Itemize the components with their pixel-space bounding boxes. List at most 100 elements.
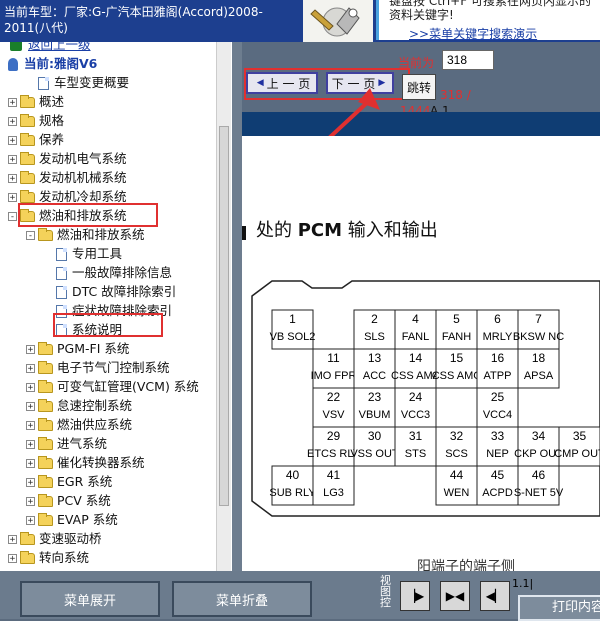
expand-icon[interactable]: +: [26, 496, 35, 506]
view-split-button[interactable]: ▶◀: [440, 581, 470, 611]
folder-icon: [38, 455, 53, 469]
connector-pin-number: 29: [327, 429, 341, 443]
tree-item[interactable]: + 发动机机械系统: [8, 169, 127, 187]
tree-item[interactable]: - 燃油和排放系统: [26, 226, 145, 244]
connector-pin-number: 18: [532, 351, 546, 365]
logo-image: [303, 0, 373, 42]
tree-item[interactable]: 车型变更概要: [38, 74, 129, 92]
header-bar: 当前车型：厂家:G-广汽本田雅阁(Accord)2008-2011(八代) 键盘…: [0, 0, 600, 42]
connector-pin-number: 44: [450, 468, 464, 482]
tree-item[interactable]: + 可变气缸管理(VCM) 系统: [26, 378, 199, 396]
connector-pin-number: 6: [494, 312, 501, 326]
collapse-icon[interactable]: -: [26, 230, 35, 240]
tree-item[interactable]: + 发动机电气系统: [8, 150, 127, 168]
connector-pin-name: VCC4: [483, 409, 512, 421]
folder-icon: [38, 379, 53, 393]
tree-item[interactable]: 一般故障排除信息: [56, 264, 172, 282]
connector-pin-number: 15: [450, 351, 464, 365]
menu-expand-button[interactable]: 菜单展开: [20, 581, 160, 617]
tree-scrollbar[interactable]: [216, 42, 231, 571]
page-number-input[interactable]: [442, 50, 494, 70]
expand-icon[interactable]: +: [8, 534, 17, 544]
tree-item[interactable]: + 保养: [8, 131, 64, 149]
tree-item-label: 进气系统: [57, 436, 108, 451]
tree-item-label: 可变气缸管理(VCM) 系统: [57, 379, 199, 394]
expand-icon[interactable]: +: [26, 363, 35, 373]
back-link[interactable]: 返回上一级: [10, 42, 91, 54]
tree-item-label: 车型变更概要: [54, 75, 130, 90]
tree-item[interactable]: + PGM-FI 系统: [26, 340, 129, 358]
tree-item[interactable]: + 规格: [8, 112, 64, 130]
expand-icon[interactable]: +: [26, 515, 35, 525]
jump-button[interactable]: 跳转: [402, 74, 436, 100]
expand-icon[interactable]: +: [8, 553, 17, 563]
tree-item[interactable]: + 转向系统: [8, 549, 89, 567]
expand-icon[interactable]: +: [26, 458, 35, 468]
expand-icon[interactable]: +: [8, 97, 17, 107]
tree-item[interactable]: + PCV 系统: [26, 492, 111, 510]
expand-icon[interactable]: +: [8, 192, 17, 202]
connector-pin-name: LG3: [323, 487, 344, 499]
tree-item[interactable]: + 燃油供应系统: [26, 416, 132, 434]
tree-item-label: DTC 故障排除索引: [72, 284, 177, 299]
tree-item[interactable]: + 进气系统: [26, 435, 107, 453]
connector-pin-number: 35: [573, 429, 587, 443]
tree-item[interactable]: + EGR 系统: [26, 473, 112, 491]
current-car-model: 当前车型：厂家:G-广汽本田雅阁(Accord)2008-2011(八代): [4, 5, 263, 35]
connector-pin-name: CMP OUT: [554, 448, 600, 460]
tree-item-label: 概述: [39, 94, 65, 109]
pane-splitter[interactable]: [232, 42, 242, 571]
folder-icon: [20, 151, 35, 165]
connector-pin-number: 22: [327, 390, 341, 404]
folder-icon: [20, 170, 35, 184]
connector-pin-number: 32: [450, 429, 464, 443]
connector-pin-number: 30: [368, 429, 382, 443]
view-right-pane-button[interactable]: ◀▏: [480, 581, 510, 611]
expand-icon[interactable]: +: [8, 116, 17, 126]
connector-pin-number: 14: [409, 351, 423, 365]
tree-item[interactable]: + EVAP 系统: [26, 511, 118, 529]
menu-collapse-button[interactable]: 菜单折叠: [172, 581, 312, 617]
collapse-icon[interactable]: -: [8, 211, 17, 221]
expand-icon[interactable]: +: [26, 477, 35, 487]
tree-item-label: 保养: [39, 132, 65, 147]
tree-item[interactable]: DTC 故障排除索引: [56, 283, 176, 301]
expand-icon[interactable]: +: [8, 135, 17, 145]
keyword-search-demo-link[interactable]: >>菜单关键字搜索演示: [409, 25, 537, 40]
expand-icon[interactable]: +: [26, 420, 35, 430]
connector-pin-name: SUB RLY: [269, 487, 316, 499]
tree-item[interactable]: + 电子节气门控制系统: [26, 359, 170, 377]
expand-icon[interactable]: +: [26, 439, 35, 449]
tree-item[interactable]: 专用工具: [56, 245, 122, 263]
tree-item[interactable]: + 概述: [8, 93, 64, 111]
menu-tree: 返回上一级 当前:雅阁V6 车型变更概要 + 概述 + 规格 + 保养 + 发动机电气系统 + 发动…: [0, 42, 232, 571]
connector-pin-name: NEP: [486, 448, 509, 460]
document-icon: [56, 247, 67, 261]
connector-pin-number: 40: [286, 468, 300, 482]
expand-icon[interactable]: +: [26, 344, 35, 354]
expand-icon[interactable]: +: [8, 154, 17, 164]
connector-caption: 阳端子的端子侧: [417, 559, 515, 571]
connector-pin-name: CSS AMC: [432, 370, 482, 382]
tree-scrollbar-thumb[interactable]: [219, 126, 229, 506]
view-left-pane-button[interactable]: ▕▶: [400, 581, 430, 611]
expand-icon[interactable]: +: [8, 173, 17, 183]
tree-item[interactable]: + 怠速控制系统: [26, 397, 132, 415]
connector-pin-name: ATPP: [484, 370, 512, 382]
tree-item[interactable]: + 催化转换器系统: [26, 454, 145, 472]
folder-icon: [38, 398, 53, 412]
tree-item[interactable]: + 变速驱动桥: [8, 530, 102, 548]
folder-icon: [38, 512, 53, 526]
connector-pin-name: VB SOL2: [270, 331, 316, 343]
connector-pin-number: 46: [532, 468, 546, 482]
connector-pin-number: 45: [491, 468, 505, 482]
expand-icon[interactable]: +: [26, 401, 35, 411]
expand-icon[interactable]: +: [26, 382, 35, 392]
document-viewer: 处的 PCM 输入和输出 1 VB SOL2 2 SLS 4 FANL 5 FANH 6 MRLY…: [242, 136, 600, 571]
highlight-system-description: [53, 313, 163, 337]
current-model-node[interactable]: 当前:雅阁V6: [8, 55, 97, 73]
connector-pin-number: 33: [491, 429, 505, 443]
print-button[interactable]: 打印内容: [518, 595, 600, 621]
folder-icon: [38, 417, 53, 431]
connector-pin-name: STS: [405, 448, 426, 460]
